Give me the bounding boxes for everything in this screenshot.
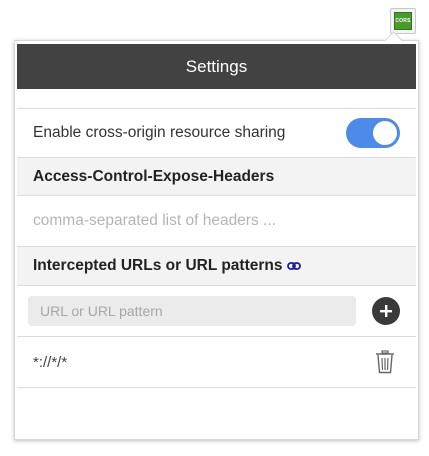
settings-header: Settings (17, 44, 416, 89)
url-pattern-text: *://*/* (33, 353, 68, 371)
cors-toggle-label: Enable cross-origin resource sharing (33, 124, 286, 141)
intercepted-urls-section: Intercepted URLs or URL patterns (17, 247, 416, 285)
trash-icon (376, 350, 394, 374)
page-title: Settings (185, 56, 248, 76)
divider (17, 387, 416, 388)
expose-headers-placeholder: comma-separated list of headers ... (33, 212, 276, 229)
delete-pattern-button[interactable] (375, 350, 395, 378)
settings-popup: Settings Enable cross-origin resource sh… (14, 31, 419, 440)
expose-headers-section: Access-Control-Expose-Headers (17, 158, 416, 195)
cors-toggle-switch[interactable] (346, 118, 400, 148)
cors-extension-icon: CORS (394, 12, 412, 30)
url-pattern-row: *://*/* (17, 337, 416, 387)
toggle-knob (373, 121, 397, 145)
plus-circle-icon (380, 305, 392, 317)
expose-headers-field[interactable]: comma-separated list of headers ... (17, 196, 416, 246)
link-icon[interactable] (287, 261, 302, 271)
expose-headers-title: Access-Control-Expose-Headers (33, 167, 275, 185)
extension-toolbar-button[interactable]: CORS (390, 8, 416, 34)
intercepted-urls-title: Intercepted URLs or URL patterns (33, 257, 283, 274)
cors-toggle-row: Enable cross-origin resource sharing (17, 109, 416, 157)
extension-badge-text: CORS (395, 18, 411, 24)
add-url-button[interactable] (372, 297, 400, 325)
add-url-row (17, 286, 416, 336)
url-pattern-input[interactable] (28, 296, 356, 326)
